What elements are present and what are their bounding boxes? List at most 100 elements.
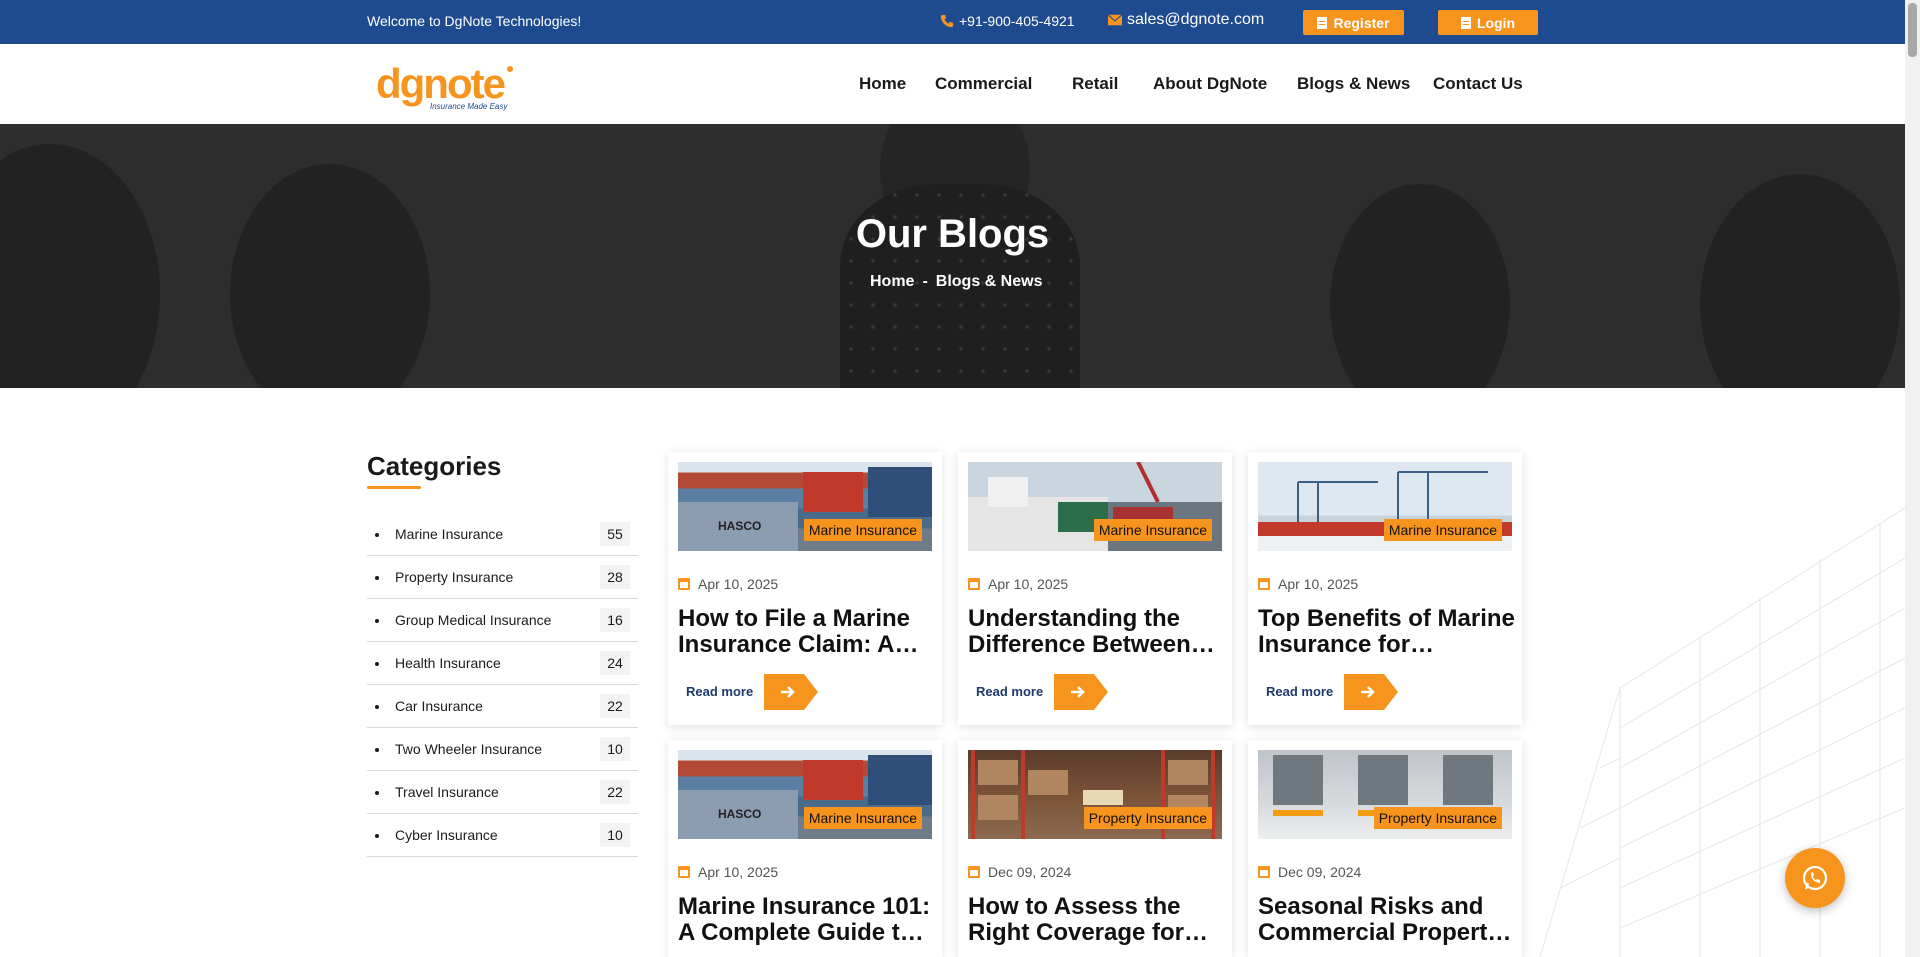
arrow-right-button[interactable] (1054, 674, 1108, 710)
post-title[interactable]: How to Assess the Right Coverage for… (968, 894, 1226, 946)
read-more-link[interactable]: Read more (686, 684, 753, 699)
category-count: 16 (600, 608, 630, 632)
top-bar: Welcome to DgNote Technologies! +91-900-… (0, 0, 1905, 44)
blog-card[interactable]: HASCO Marine Insurance Apr 10, 2025 Mari… (668, 740, 942, 957)
category-name: Property Insurance (395, 569, 514, 585)
scrollbar-thumb[interactable] (1908, 3, 1917, 57)
whatsapp-chat-button[interactable] (1785, 848, 1845, 908)
nav-retail[interactable]: Retail (1072, 74, 1118, 94)
post-title[interactable]: Seasonal Risks and Commercial Propert… (1258, 894, 1516, 946)
document-icon (1317, 16, 1328, 29)
post-date-text: Apr 10, 2025 (988, 576, 1069, 592)
category-count: 10 (600, 737, 630, 761)
post-date: Apr 10, 2025 (678, 864, 778, 880)
register-button[interactable]: Register (1303, 10, 1404, 35)
svg-text:HASCO: HASCO (718, 807, 761, 821)
category-name: Car Insurance (395, 698, 483, 714)
category-name: Group Medical Insurance (395, 612, 552, 628)
categories-heading: Categories (367, 451, 502, 481)
breadcrumb-current: Blogs & News (935, 273, 1043, 290)
category-item[interactable]: Marine Insurance 55 (367, 513, 638, 556)
envelope-icon (1108, 14, 1122, 26)
post-title[interactable]: How to File a Marine Insurance Claim: A… (678, 606, 936, 658)
blog-image-ship[interactable]: Marine Insurance (968, 462, 1222, 551)
email-address: sales@dgnote.com (1127, 11, 1265, 28)
category-item[interactable]: Property Insurance 28 (367, 556, 638, 599)
post-title-line: Top Benefits of Marine (1258, 606, 1515, 632)
site-header: dgnote Insurance Made Easy Home Commerci… (0, 44, 1905, 124)
blog-image-warehouse[interactable]: Property Insurance (968, 750, 1222, 839)
category-name: Marine Insurance (395, 526, 504, 542)
nav-about[interactable]: About DgNote (1153, 74, 1267, 94)
whatsapp-icon (1802, 865, 1828, 891)
breadcrumb-home[interactable]: Home (870, 273, 914, 291)
post-date-text: Dec 09, 2024 (988, 864, 1072, 880)
category-badge: Marine Insurance (803, 807, 922, 829)
post-title-line: Difference Between… (968, 632, 1215, 658)
category-item[interactable]: Group Medical Insurance 16 (367, 599, 638, 642)
category-count: 28 (600, 565, 630, 589)
post-title-line: A Complete Guide to… (678, 920, 936, 946)
read-more-link[interactable]: Read more (1266, 684, 1333, 699)
category-count: 24 (600, 651, 630, 675)
welcome-text: Welcome to DgNote Technologies! (367, 13, 582, 29)
email-link[interactable]: sales@dgnote.com (1108, 11, 1264, 29)
post-date-text: Apr 10, 2025 (698, 576, 779, 592)
blog-image-containers[interactable]: HASCO Marine Insurance (678, 462, 932, 551)
nav-blogs-news[interactable]: Blogs & News (1297, 74, 1410, 94)
category-item[interactable]: Travel Insurance 22 (367, 771, 638, 814)
main-nav: Home Commercial Retail About DgNote Blog… (0, 74, 1905, 98)
category-item[interactable]: Health Insurance 24 (367, 642, 638, 685)
blog-card[interactable]: Property Insurance Dec 09, 2024 How to A… (958, 740, 1232, 957)
logo-dot (507, 66, 513, 72)
nav-commercial[interactable]: Commercial (935, 74, 1032, 94)
document-icon (1460, 16, 1471, 29)
post-title-line: Insurance for… (1258, 632, 1435, 658)
blog-card[interactable]: Marine Insurance Apr 10, 2025 Top Benefi… (1248, 452, 1522, 725)
breadcrumb-separator: - (922, 273, 928, 290)
category-name: Travel Insurance (395, 784, 499, 800)
category-item[interactable]: Car Insurance 22 (367, 685, 638, 728)
svg-text:HASCO: HASCO (718, 519, 761, 533)
category-name: Cyber Insurance (395, 827, 498, 843)
category-count: 10 (600, 823, 630, 847)
register-label: Register (1333, 14, 1390, 31)
phone-number: +91-900-405-4921 (959, 13, 1075, 29)
category-name: Health Insurance (395, 655, 501, 671)
read-more-link[interactable]: Read more (976, 684, 1043, 699)
nav-home[interactable]: Home (859, 74, 906, 94)
blog-image-port-cranes[interactable]: Marine Insurance (1258, 462, 1512, 551)
phone-link[interactable]: +91-900-405-4921 (940, 13, 1075, 29)
hero-banner: Our Blogs Home - Blogs & News (0, 124, 1905, 388)
page-scrollbar[interactable] (1905, 0, 1920, 957)
calendar-icon (1258, 866, 1270, 878)
blog-image-containers[interactable]: HASCO Marine Insurance (678, 750, 932, 839)
calendar-icon (1258, 578, 1270, 590)
calendar-icon (678, 578, 690, 590)
arrow-right-button[interactable] (1344, 674, 1398, 710)
nav-contact[interactable]: Contact Us (1433, 74, 1523, 94)
post-date: Dec 09, 2024 (1258, 864, 1361, 880)
post-date-text: Apr 10, 2025 (698, 864, 779, 880)
login-label: Login (1476, 14, 1516, 31)
blog-card[interactable]: Marine Insurance Apr 10, 2025 Understand… (958, 452, 1232, 725)
login-button[interactable]: Login (1438, 10, 1538, 35)
post-title-line: Commercial Propert… (1258, 920, 1512, 946)
category-item[interactable]: Cyber Insurance 10 (367, 814, 638, 857)
category-item[interactable]: Two Wheeler Insurance 10 (367, 728, 638, 771)
blog-card[interactable]: Property Insurance Dec 09, 2024 Seasonal… (1248, 740, 1522, 957)
arrow-right-button[interactable] (764, 674, 818, 710)
calendar-icon (968, 866, 980, 878)
phone-icon (940, 14, 954, 28)
post-title-line: How to Assess the (968, 894, 1181, 920)
blog-image-loading-docks[interactable]: Property Insurance (1258, 750, 1512, 839)
blog-card[interactable]: HASCO Marine Insurance Apr 10, 2025 How … (668, 452, 942, 725)
post-title[interactable]: Top Benefits of Marine Insurance for… (1258, 606, 1516, 658)
post-title[interactable]: Understanding the Difference Between… (968, 606, 1226, 658)
post-title[interactable]: Marine Insurance 101: A Complete Guide to… (678, 894, 936, 946)
post-title-line: Marine Insurance 101: (678, 894, 931, 920)
category-count: 22 (600, 780, 630, 804)
post-title-line: How to File a Marine (678, 606, 911, 632)
category-badge: Marine Insurance (803, 519, 922, 541)
calendar-icon (968, 578, 980, 590)
